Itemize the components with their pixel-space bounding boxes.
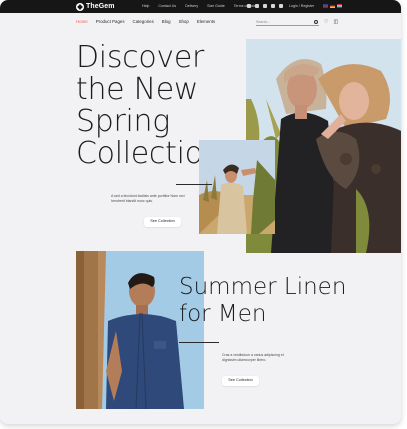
nav-item-categories[interactable]: Categories: [133, 19, 154, 25]
see-collection-button[interactable]: See Collection: [144, 217, 181, 227]
top-link-delivery[interactable]: Delivery: [185, 3, 198, 10]
top-link-help[interactable]: Help: [142, 3, 149, 10]
nav-item-product-pages[interactable]: Product Pages: [96, 19, 125, 25]
flag-de-icon[interactable]: [330, 4, 335, 8]
hero-title-line: the New: [76, 72, 199, 107]
top-link-contact[interactable]: Contact Us: [158, 3, 176, 10]
nav-item-home[interactable]: Home: [76, 19, 88, 25]
hero-photo-desert: [199, 140, 275, 234]
summer-title-line: Summer Linen: [179, 274, 347, 300]
hero-title-line: Spring: [76, 104, 170, 139]
social-links: [247, 4, 283, 8]
hero-description: A sed a tincidunt facilisis ante porttit…: [111, 194, 185, 203]
facebook-icon[interactable]: [263, 4, 267, 8]
hero-title-line: Discover: [76, 40, 205, 75]
heart-icon[interactable]: ♡: [324, 20, 328, 25]
summer-divider: [179, 342, 219, 343]
instagram-icon[interactable]: [247, 4, 251, 8]
nav-icons: ♡ ◫: [324, 20, 338, 25]
page-card: TheGem Help Contact Us Delivery Size Gui…: [0, 0, 401, 424]
logo[interactable]: TheGem: [76, 2, 115, 11]
nav-item-shop[interactable]: Shop: [179, 19, 189, 25]
logo-icon: [76, 2, 84, 11]
search-placeholder: Search...: [256, 20, 271, 24]
pinterest-icon[interactable]: [279, 4, 283, 8]
flag-uk-icon[interactable]: [323, 4, 328, 8]
hero-divider: [176, 184, 212, 185]
language-switcher: [323, 4, 342, 8]
flag-nl-icon[interactable]: [337, 4, 342, 8]
main-nav: Home Product Pages Categories Blog Shop …: [76, 19, 215, 25]
see-collection-button-summer[interactable]: See Collection: [222, 376, 259, 386]
login-register-link[interactable]: Login / Register: [289, 3, 314, 10]
top-bar: TheGem Help Contact Us Delivery Size Gui…: [0, 0, 401, 13]
twitter-icon[interactable]: [255, 4, 259, 8]
summer-title-line: for Men: [179, 301, 267, 327]
nav-item-blog[interactable]: Blog: [162, 19, 171, 25]
top-link-size-guide[interactable]: Size Guide: [207, 3, 225, 10]
summer-title: Summer Linen for Men: [179, 274, 346, 328]
top-links: Help Contact Us Delivery Size Guide Term…: [142, 3, 256, 10]
nav-item-elements[interactable]: Elements: [197, 19, 215, 25]
summer-description: Cras a vestibulum a varius adipiscing et…: [222, 353, 284, 362]
search-input[interactable]: Search...: [256, 20, 319, 26]
youtube-icon[interactable]: [271, 4, 275, 8]
logo-text: TheGem: [86, 3, 115, 10]
cart-icon[interactable]: ◫: [333, 20, 338, 25]
search-icon[interactable]: [314, 20, 318, 24]
